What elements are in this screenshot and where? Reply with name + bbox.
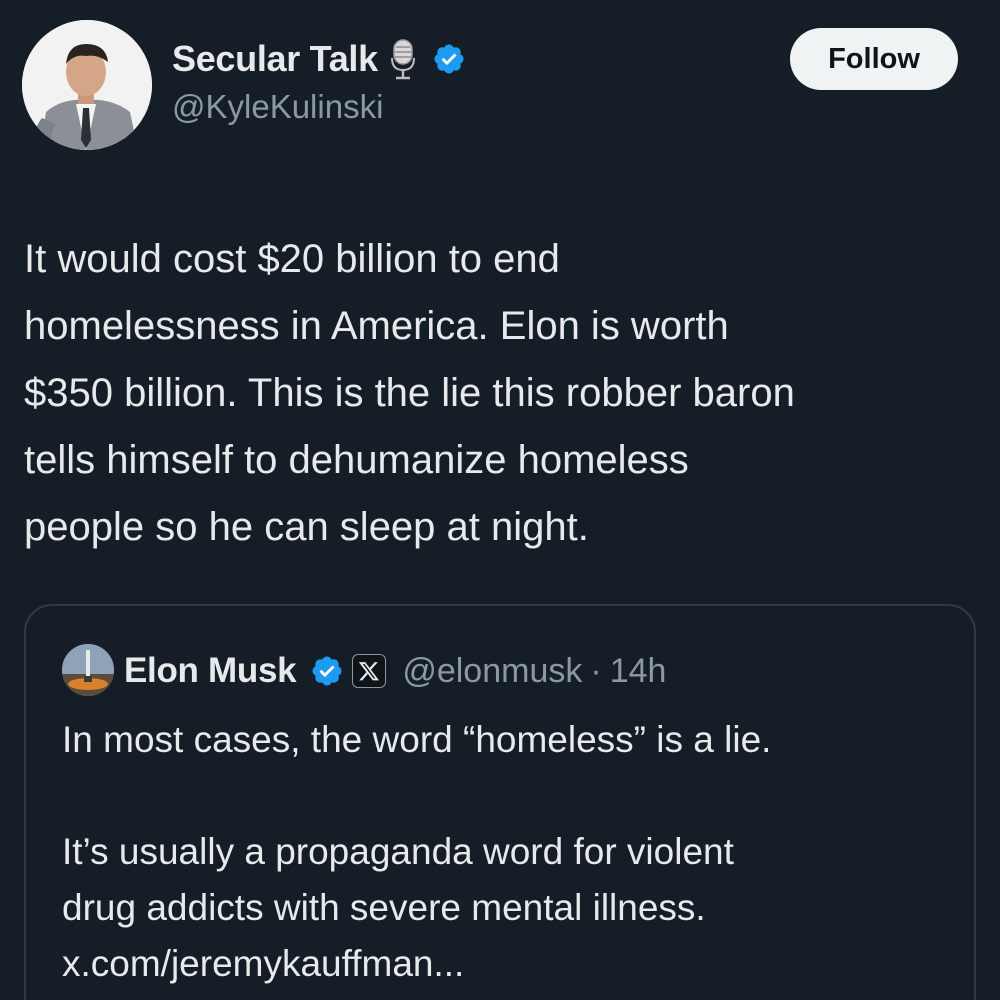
author-handle[interactable]: @KyleKulinski xyxy=(172,88,383,126)
quoted-author-row: Elon Musk @elonmusk · 14h xyxy=(124,646,666,696)
quoted-line: It’s usually a propaganda word for viole… xyxy=(62,831,734,872)
quoted-timestamp[interactable]: 14h xyxy=(610,652,667,691)
quoted-line: drug addicts with severe mental illness. xyxy=(62,887,706,928)
tweet-screen: Secular Talk @KyleKulinski Follow It wou… xyxy=(0,0,1000,1000)
author-avatar[interactable] xyxy=(22,20,152,150)
follow-button[interactable]: Follow xyxy=(790,28,958,90)
quoted-paragraph-1: In most cases, the word “homeless” is a … xyxy=(62,719,772,760)
post-text: It would cost $20 billion to end homeles… xyxy=(24,237,795,549)
quoted-author-handle[interactable]: @elonmusk xyxy=(402,652,582,691)
quoted-link[interactable]: x.com/jeremykauffman... xyxy=(62,943,464,984)
quoted-tweet-text: In most cases, the word “homeless” is a … xyxy=(62,712,942,992)
quoted-author-name[interactable]: Elon Musk xyxy=(124,651,297,691)
author-display-name[interactable]: Secular Talk xyxy=(172,38,378,80)
microphone-icon xyxy=(390,38,416,80)
x-logo-icon[interactable] xyxy=(352,654,387,688)
separator-dot: · xyxy=(590,651,602,690)
author-name-row: Secular Talk xyxy=(172,36,466,82)
quoted-paragraph-2: It’s usually a propaganda word for viole… xyxy=(62,824,942,992)
verified-badge-icon[interactable] xyxy=(432,42,466,76)
quoted-author-avatar[interactable] xyxy=(62,644,114,696)
quoted-tweet-card[interactable]: Elon Musk @elonmusk · 14h In most cases,… xyxy=(24,604,976,1000)
verified-badge-icon[interactable] xyxy=(310,654,344,688)
